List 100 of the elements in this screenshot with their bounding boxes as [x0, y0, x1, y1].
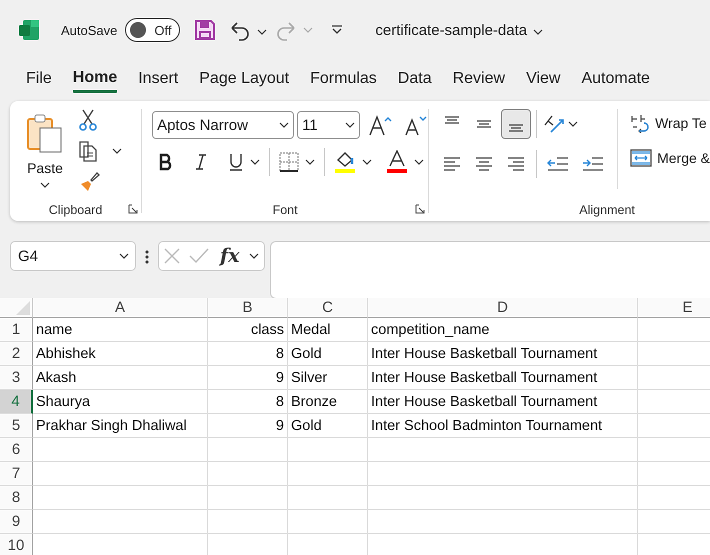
row-header[interactable]: 10 — [0, 534, 33, 555]
ribbon-tab[interactable]: Data — [398, 69, 432, 93]
table-cell: Inter School Badminton Tournament — [368, 414, 638, 438]
customize-icon[interactable] — [331, 24, 344, 36]
chevron-icon[interactable] — [40, 182, 50, 188]
chevron-icon[interactable] — [345, 122, 356, 128]
table-cell: name — [33, 318, 208, 342]
ribbon-tab[interactable]: Insert — [138, 69, 178, 93]
italic-icon[interactable] — [194, 153, 208, 171]
empty-cell[interactable] — [368, 438, 638, 462]
wrap-text-button[interactable]: Wrap Te — [630, 113, 710, 133]
dialog-launcher-icon[interactable] — [415, 204, 426, 214]
chevron-icon[interactable] — [279, 122, 290, 128]
empty-cell[interactable] — [288, 486, 368, 510]
empty-cell[interactable] — [368, 462, 638, 486]
table-cell: Prakhar Singh Dhaliwal — [33, 414, 208, 438]
empty-cell[interactable] — [288, 462, 368, 486]
chevron-icon[interactable] — [112, 148, 122, 154]
column-header[interactable]: B — [208, 298, 288, 318]
ribbon-tab[interactable]: File — [26, 69, 52, 93]
align-right-icon — [508, 157, 524, 171]
save-icon[interactable] — [194, 19, 216, 41]
table-cell: Silver — [288, 366, 368, 390]
check-icon[interactable] — [189, 248, 209, 264]
file-name[interactable]: certificate-sample-data — [375, 22, 528, 38]
font-name-dropdown[interactable]: Aptos Narrow — [152, 111, 294, 139]
chevron-icon[interactable] — [568, 121, 578, 127]
align-middle-icon — [477, 120, 492, 128]
row-header[interactable]: 6 — [0, 438, 33, 462]
increase-font-size-icon[interactable] — [369, 114, 394, 136]
merge-button[interactable]: Merge & — [630, 149, 710, 167]
row-header[interactable]: 2 — [0, 342, 33, 366]
row-header[interactable]: 8 — [0, 486, 33, 510]
align-top-icon — [445, 116, 460, 124]
autosave-toggle[interactable]: Off — [125, 18, 180, 42]
empty-cell[interactable] — [288, 438, 368, 462]
column-header[interactable]: A — [33, 298, 208, 318]
align-bottom-button[interactable] — [501, 109, 532, 139]
name-box[interactable]: G4 — [10, 241, 136, 271]
column-header[interactable]: C — [288, 298, 368, 318]
wrap-text-icon — [630, 113, 650, 133]
ribbon-tab[interactable]: Automate — [581, 69, 650, 93]
chevron-icon[interactable] — [305, 159, 316, 165]
ribbon-tab[interactable]: Home — [72, 69, 118, 93]
table-cell: class — [208, 318, 288, 342]
table-cell: Gold — [288, 414, 368, 438]
excel-logo-icon — [18, 19, 40, 41]
row-header[interactable]: 5 — [0, 414, 33, 438]
table-cell: Medal — [288, 318, 368, 342]
table-cell: 8 — [208, 342, 288, 366]
cut-icon[interactable] — [78, 109, 98, 131]
table-cell: competition_name — [368, 318, 638, 342]
align-bottom-icon — [509, 124, 524, 132]
table-cell: 9 — [208, 366, 288, 390]
column-header[interactable]: D — [368, 298, 638, 318]
fill-color-icon[interactable] — [334, 150, 356, 174]
borders-icon[interactable] — [279, 152, 300, 172]
ribbon-tab[interactable]: Review — [452, 69, 506, 93]
chevron-icon[interactable] — [119, 253, 129, 259]
table-cell: Gold — [288, 342, 368, 366]
row-header[interactable]: 3 — [0, 366, 33, 390]
decrease-font-size-icon[interactable] — [404, 114, 428, 136]
table-cell: Abhishek — [33, 342, 208, 366]
row-header[interactable]: 1 — [0, 318, 33, 342]
ribbon-tab[interactable]: View — [526, 69, 560, 93]
row-header[interactable]: 7 — [0, 462, 33, 486]
empty-cell[interactable] — [208, 510, 288, 534]
font-size-dropdown[interactable]: 11 — [297, 111, 360, 139]
table-cell: 9 — [208, 414, 288, 438]
ribbon-tab[interactable]: Formulas — [310, 69, 377, 93]
empty-cell[interactable] — [208, 438, 288, 462]
chevron-icon[interactable] — [250, 159, 260, 165]
paste-button[interactable]: Paste — [26, 109, 64, 193]
formula-input[interactable] — [270, 241, 710, 299]
column-header[interactable]: E — [638, 298, 710, 318]
dropdown-icon[interactable] — [533, 28, 544, 34]
empty-cell[interactable] — [288, 510, 368, 534]
table-cell: Bronze — [288, 390, 368, 414]
chevron-icon[interactable] — [257, 28, 268, 34]
row-header[interactable]: 4 — [0, 390, 33, 414]
font-color-icon[interactable] — [386, 150, 408, 174]
align-left-icon — [444, 157, 460, 171]
table-cell: Shaurya — [33, 390, 208, 414]
empty-cell[interactable] — [368, 486, 638, 510]
copy-icon[interactable] — [78, 140, 98, 162]
empty-cell[interactable] — [208, 462, 288, 486]
dialog-launcher-icon[interactable] — [128, 204, 138, 214]
more-options-icon[interactable] — [145, 250, 149, 264]
empty-cell[interactable] — [208, 486, 288, 510]
empty-cell[interactable] — [368, 510, 638, 534]
underline-icon[interactable] — [228, 152, 244, 172]
merge-icon — [630, 149, 652, 167]
insert-function-button[interactable]: fx — [220, 245, 240, 267]
chevron-icon[interactable] — [362, 159, 372, 165]
row-header[interactable]: 9 — [0, 510, 33, 534]
ribbon-tab[interactable]: Page Layout — [199, 69, 290, 93]
chevron-icon[interactable] — [248, 253, 259, 259]
chevron-icon[interactable] — [414, 159, 424, 165]
table-cell: 8 — [208, 390, 288, 414]
orientation-icon[interactable] — [542, 113, 566, 135]
